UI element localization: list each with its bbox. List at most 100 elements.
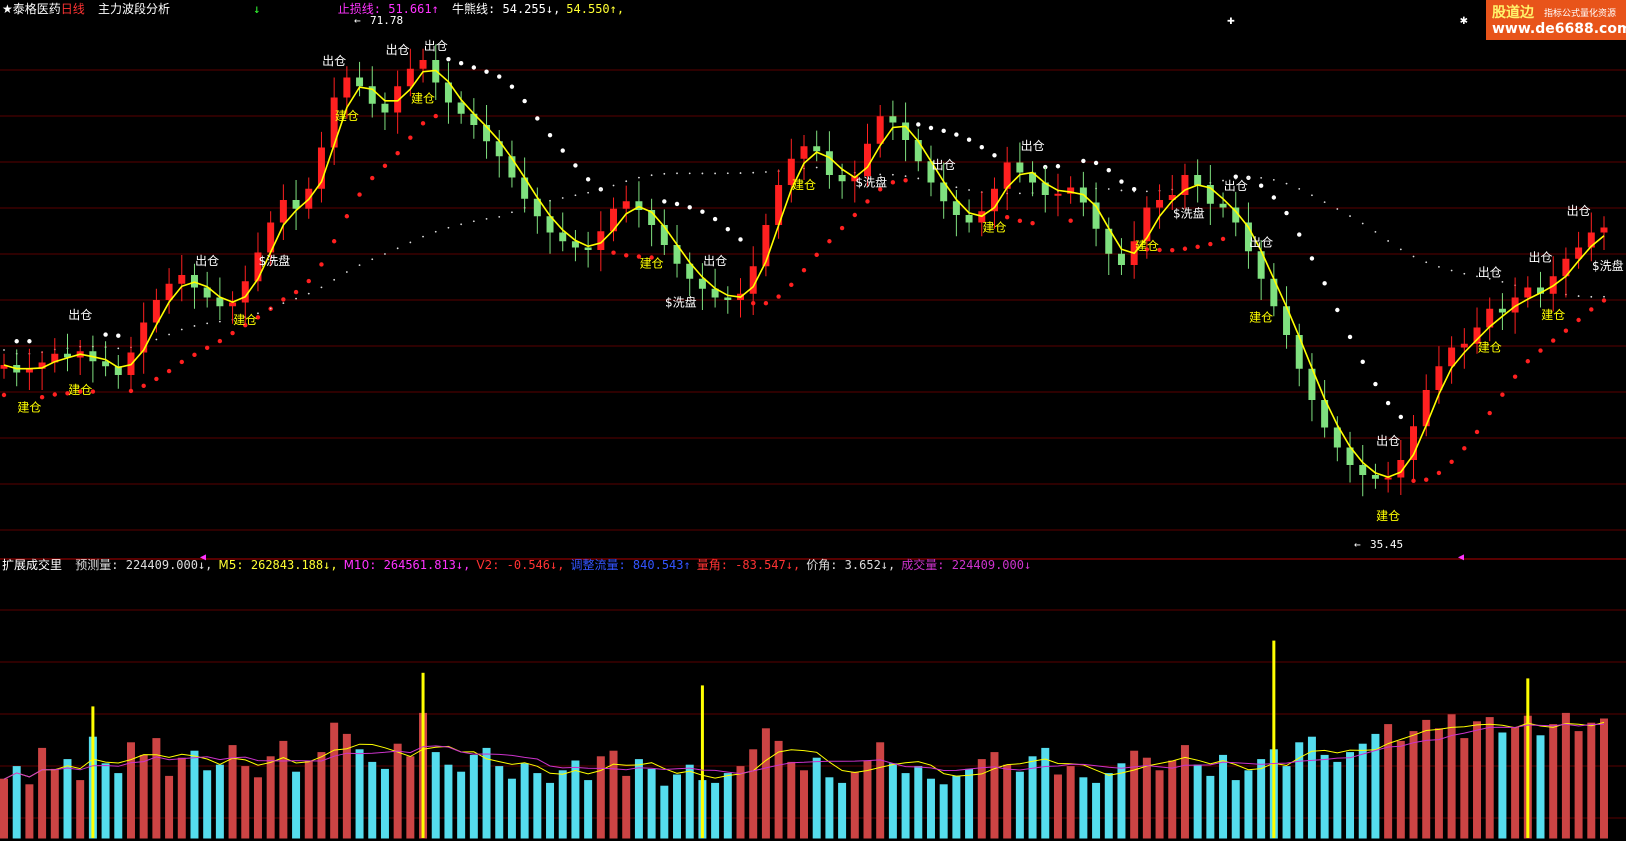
signal-label: 出仓 <box>703 254 727 268</box>
bull-bear-value-2: 54.550↑, <box>566 2 625 16</box>
signal-label: 出仓 <box>322 54 346 68</box>
bull-bear-dot <box>1512 374 1518 379</box>
long-term-dot <box>1285 182 1288 185</box>
bull-bear-dot <box>662 199 667 204</box>
long-term-dot <box>1387 240 1390 242</box>
bull-bear-dot <box>585 177 591 182</box>
bull-bear-dot <box>522 98 527 104</box>
signal-label: $洗盘 <box>1173 206 1205 221</box>
volume-header-item-label: M10 <box>343 558 370 572</box>
candle-body <box>1359 465 1367 475</box>
long-term-dot <box>384 253 386 255</box>
kline-chart: 建仓出仓建仓出仓建仓$洗盘出仓建仓出仓建仓出仓建仓$洗盘出仓建仓 $洗盘出仓建仓出… <box>0 0 1626 839</box>
bull-bear-dot <box>1271 195 1277 200</box>
long-term-dot <box>1323 201 1326 204</box>
candle-body <box>1498 308 1506 313</box>
long-term-dot <box>257 312 259 315</box>
bull-bear-dot <box>306 278 311 284</box>
long-term-dot <box>472 220 475 223</box>
long-term-dot <box>587 191 590 194</box>
volume-bar-fill <box>1537 735 1544 838</box>
long-term-dot <box>1247 176 1250 179</box>
long-term-dot <box>409 241 412 244</box>
volume-bar-fill <box>444 765 452 838</box>
stock-title[interactable]: ★泰格医药日线 <box>2 2 85 16</box>
candle-body <box>1054 193 1062 196</box>
volume-bar-fill <box>724 773 732 838</box>
logo-url: www.de6688.com <box>1492 21 1626 37</box>
volume-indicator-name: 扩展成交里 <box>2 558 63 572</box>
bull-bear-dot <box>1360 359 1365 365</box>
volume-bar <box>241 766 250 839</box>
bull-bear-dot <box>535 116 540 121</box>
volume-bar <box>1155 770 1164 839</box>
site-logo[interactable]: 股道边 指标公式量化资源 www.de6688.com <box>1486 0 1626 40</box>
bull-bear-dot <box>547 132 553 138</box>
bull-bear-dot <box>27 339 32 344</box>
volume-bar <box>0 778 8 839</box>
volume-bar <box>1142 757 1151 839</box>
signal-label: $洗盘 <box>665 294 697 309</box>
candle-body <box>864 143 871 177</box>
volume-bar-fill <box>203 770 211 838</box>
bull-bear-dot <box>979 145 984 150</box>
bull-bear-dot <box>319 262 324 267</box>
long-term-dot <box>218 320 221 323</box>
volume-bar-fill <box>1194 765 1202 838</box>
bull-bear-dot <box>624 253 629 258</box>
volume-bar-fill <box>483 748 491 838</box>
bull-bear-dot <box>1436 470 1442 476</box>
long-term-dot <box>1133 190 1136 193</box>
signal-labels: 建仓出仓建仓出仓建仓$洗盘出仓建仓出仓建仓出仓建仓$洗盘出仓建仓 $洗盘出仓建仓出… <box>17 0 1626 523</box>
long-term-dot <box>701 172 704 175</box>
candle-body <box>1156 200 1164 208</box>
long-term-dot <box>168 333 170 336</box>
volume-bar <box>330 722 339 839</box>
bull-bear-dot <box>1208 241 1213 247</box>
volume-bar-fill <box>1244 770 1252 838</box>
volume-bar <box>304 760 313 839</box>
volume-spike-bar <box>91 706 95 838</box>
arrow-down-icon: ↓ <box>253 2 261 16</box>
volume-bar <box>50 768 59 839</box>
signal-label: 建仓 <box>68 383 92 397</box>
long-term-dot <box>561 197 564 199</box>
candle-body <box>241 281 249 303</box>
candle-body <box>1194 175 1202 185</box>
volume-bar <box>977 759 986 839</box>
long-term-dot <box>612 184 615 187</box>
candle-body <box>889 116 897 123</box>
bull-bear-dot <box>395 150 400 156</box>
bull-bear-dot <box>116 333 121 338</box>
candle-body <box>914 140 922 162</box>
stop-loss-line <box>3 69 1605 478</box>
candle-body <box>952 201 960 215</box>
long-term-dot <box>638 176 640 179</box>
candle-body <box>1295 335 1303 369</box>
long-term-dot <box>968 189 970 191</box>
bull-bear-dot <box>1081 158 1086 164</box>
volume-bar-fill <box>660 786 668 838</box>
bull-bear-dot <box>1284 210 1289 216</box>
bull-bear-dot <box>166 368 172 374</box>
crosshair-icon: ✚ <box>1227 13 1235 28</box>
volume-bar-fill <box>190 751 198 838</box>
volume-bar <box>126 742 135 839</box>
candle-body <box>165 283 173 300</box>
low-marker: 35.45 <box>1370 538 1403 551</box>
bull-bear-dot <box>789 282 794 288</box>
volume-header-item: M5: 262843.188↓, <box>218 558 337 572</box>
volume-spike-bar <box>421 672 425 838</box>
bull-bear-dot <box>1220 236 1226 242</box>
volume-bar-fill <box>813 758 821 838</box>
volume-bar <box>1485 717 1494 839</box>
long-term-dot <box>434 230 437 233</box>
volume-bar <box>25 784 34 839</box>
volume-bar <box>761 728 770 839</box>
volume-bar <box>1003 764 1012 839</box>
volume-header-item-value: : 224409.000↓ <box>937 558 1032 572</box>
bull-bear-dot <box>700 209 705 214</box>
cursor-marker-right-icon: ◀ <box>1458 552 1464 563</box>
candle-body <box>419 60 427 69</box>
volume-bar-fill <box>914 766 922 838</box>
